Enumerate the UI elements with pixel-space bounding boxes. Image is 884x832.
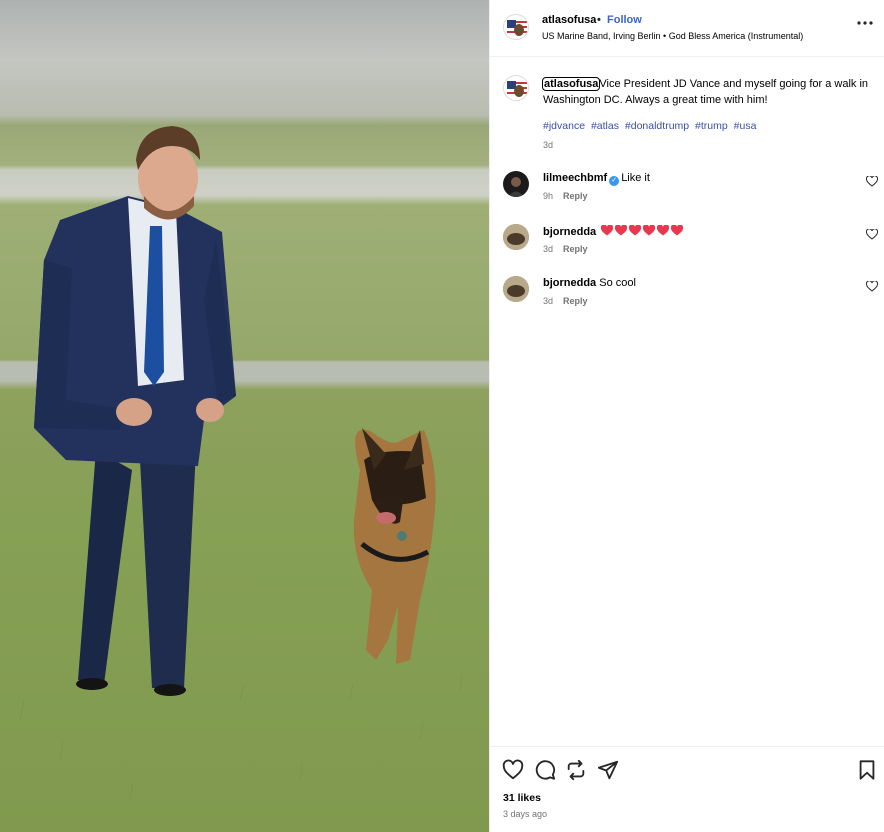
red-heart-emoji [629,224,642,236]
comment-username[interactable]: bjornedda [543,277,596,289]
hashtag-list: #jdvance #atlas #donaldtrump #trump #usa [543,120,759,132]
red-heart-emoji [643,224,656,236]
comment-time: 9h [543,191,554,201]
commenter-avatar[interactable] [503,224,529,250]
heart-emoji-row [599,224,684,239]
likes-count[interactable]: 31 likes [503,792,541,804]
header-separator: • [597,14,601,26]
caption-timestamp: 3d [543,140,554,150]
comment-username[interactable]: lilmeechbmf [543,172,607,184]
photo-illustration [19,126,463,801]
post-timestamp: 3 days ago [503,809,548,819]
comment-item: bjornedda 3d Reply [490,224,884,270]
comment-text: Like it [621,172,650,184]
repost-icon[interactable] [565,759,587,781]
bookmark-icon[interactable] [856,759,878,781]
hashtag-link[interactable]: #atlas [591,120,619,132]
comment-body: lilmeechbmf ✓ Like it [543,172,650,186]
hashtag-link[interactable]: #trump [695,120,728,132]
post-actions-footer: 31 likes 3 days ago [490,746,884,832]
heart-outline-icon[interactable] [502,759,524,781]
dog-avatar-icon [503,276,529,302]
caption-username[interactable]: atlasofusa [541,77,601,91]
comment-like-heart-icon[interactable] [866,176,878,187]
hashtag-link[interactable]: #usa [734,120,757,132]
music-info[interactable]: US Marine Band, Irving Berlin • God Bles… [542,31,803,41]
commenter-avatar[interactable] [503,171,529,197]
red-heart-emoji [615,224,628,236]
comment-body: bjornedda [543,224,684,239]
flag-avatar-icon [505,16,528,39]
red-heart-emoji [671,224,684,236]
reply-button[interactable]: Reply [563,191,588,201]
comment-username[interactable]: bjornedda [543,226,596,238]
comment-item: bjornedda So cool 3d Reply [490,276,884,322]
caption-author-avatar[interactable] [503,75,529,101]
comment-time: 3d [543,296,554,306]
author-avatar[interactable] [503,14,529,40]
person-avatar-icon [508,177,524,197]
post-header: atlasofusa • Follow US Marine Band, Irvi… [490,0,884,57]
reply-button[interactable]: Reply [563,244,588,254]
comment-text: So cool [599,277,636,289]
post-photo[interactable] [0,0,489,832]
post-details-panel: atlasofusa • Follow US Marine Band, Irvi… [489,0,884,832]
hashtag-link[interactable]: #donaldtrump [625,120,689,132]
comment-like-heart-icon[interactable] [866,281,878,292]
reply-button[interactable]: Reply [563,296,588,306]
paper-plane-icon[interactable] [597,759,619,781]
comment-meta: 3d Reply [543,244,588,254]
hashtag-link[interactable]: #jdvance [543,120,585,132]
comment-time: 3d [543,244,554,254]
verified-badge-icon: ✓ [609,176,620,186]
comment-body: bjornedda So cool [543,277,636,289]
comment-item: lilmeechbmf ✓ Like it 9h Reply [490,171,884,217]
comment-like-heart-icon[interactable] [866,229,878,240]
comment-bubble-icon[interactable] [534,759,556,781]
post-caption: atlasofusaVice President JD Vance and my… [541,76,873,108]
follow-button[interactable]: Follow [607,14,642,26]
comment-meta: 3d Reply [543,296,588,306]
red-heart-emoji [601,224,614,236]
more-horizontal-icon[interactable] [857,20,873,26]
commenter-avatar[interactable] [503,276,529,302]
red-heart-emoji [657,224,670,236]
comment-meta: 9h Reply [543,191,588,201]
flag-avatar-icon [505,77,528,100]
dog-avatar-icon [503,224,529,250]
author-username[interactable]: atlasofusa [542,14,596,26]
